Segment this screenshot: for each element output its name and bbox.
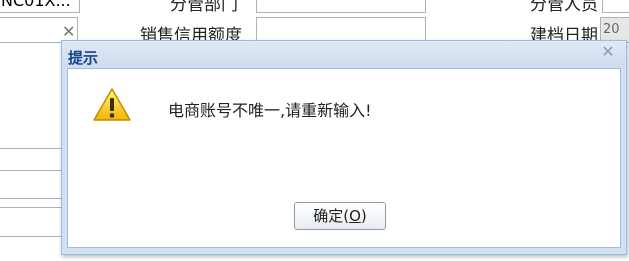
- dept-field[interactable]: [256, 0, 426, 13]
- dialog-body: 电商账号不唯一,请重新输入! 确定(O): [67, 68, 621, 248]
- dialog-header[interactable]: 提示 ✕: [62, 41, 626, 67]
- top-left-field-value: NC01X...: [1, 0, 71, 10]
- ok-button-label: 确定: [313, 207, 344, 225]
- alert-message: 电商账号不唯一,请重新输入!: [168, 101, 372, 120]
- ok-mnemonic: O: [349, 207, 361, 225]
- close-icon[interactable]: ✕: [600, 44, 616, 60]
- manager-label: 分管人员: [530, 0, 598, 15]
- dept-label: 分管部门: [170, 0, 238, 15]
- ok-button[interactable]: 确定(O): [294, 202, 386, 230]
- manager-field[interactable]: [602, 0, 629, 13]
- warning-icon: [93, 88, 131, 121]
- alert-dialog: 提示 ✕ 电商账号不唯一,请重新输入! 确定(O): [61, 40, 627, 255]
- divider: [0, 198, 62, 199]
- left-field-2[interactable]: [0, 148, 64, 171]
- left-field-3[interactable]: [0, 207, 64, 237]
- top-left-field[interactable]: NC01X...: [0, 0, 80, 13]
- clear-icon[interactable]: ✕: [62, 22, 75, 41]
- dialog-title: 提示: [68, 49, 99, 67]
